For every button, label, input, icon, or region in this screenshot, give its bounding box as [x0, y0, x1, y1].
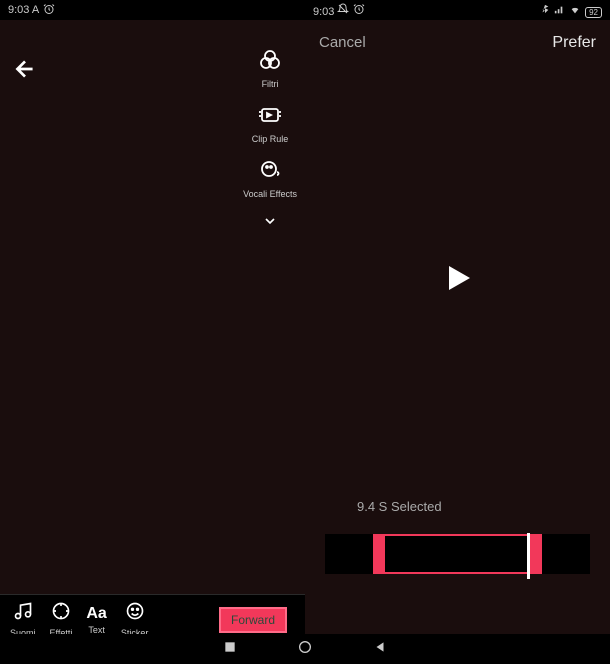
back-button[interactable] — [12, 56, 38, 87]
effects-icon — [51, 601, 71, 626]
selection-duration: 9.4 S Selected — [357, 499, 442, 514]
play-button[interactable] — [440, 260, 476, 301]
filters-button[interactable]: Filtri — [258, 48, 282, 89]
battery-icon: 92 — [585, 7, 602, 18]
text-label: Text — [88, 625, 105, 635]
sounds-button[interactable]: Suomi — [10, 601, 36, 638]
sticker-icon — [125, 601, 145, 626]
android-nav-bar — [0, 634, 610, 664]
side-tools: Filtri Clip Rule Vocali Effects — [243, 48, 297, 234]
prefer-button[interactable]: Prefer — [552, 34, 596, 52]
trim-handle-left[interactable] — [373, 536, 385, 572]
clip-label: Clip Rule — [252, 134, 289, 144]
dnd-icon — [337, 6, 352, 18]
signal-icon — [553, 6, 568, 18]
trim-timeline[interactable] — [325, 534, 590, 574]
text-icon: Aa — [86, 605, 106, 623]
music-icon — [13, 601, 33, 626]
sticker-button[interactable]: Sticker — [121, 601, 149, 638]
trim-screen: Cancel Prefer 9.4 S Selected — [305, 20, 610, 654]
nav-back-button[interactable] — [373, 640, 387, 659]
playhead[interactable] — [527, 533, 530, 579]
status-time: 9:03 — [313, 6, 334, 18]
filters-label: Filtri — [262, 79, 279, 89]
trim-selection[interactable] — [373, 534, 542, 574]
status-time: 9:03 A — [8, 4, 39, 16]
vocal-label: Vocali Effects — [243, 189, 297, 199]
bluetooth-icon — [540, 6, 553, 18]
chevron-down-icon — [262, 213, 278, 234]
nav-recent-button[interactable] — [223, 640, 237, 659]
expand-tools-button[interactable] — [262, 213, 278, 234]
text-button[interactable]: Aa Text — [86, 605, 106, 635]
cancel-button[interactable]: Cancel — [319, 34, 366, 52]
filters-icon — [258, 48, 282, 77]
alarm-icon — [43, 3, 55, 18]
trim-handle-right[interactable] — [530, 536, 542, 572]
clip-icon — [258, 103, 282, 132]
vocal-icon — [258, 158, 282, 187]
forward-button[interactable]: Forward — [219, 607, 287, 633]
alarm-icon — [353, 6, 365, 18]
nav-home-button[interactable] — [297, 639, 313, 660]
vocal-effects-button[interactable]: Vocali Effects — [243, 158, 297, 199]
wifi-icon — [568, 6, 585, 18]
status-bar-right: 9:03 92 — [305, 0, 610, 20]
effects-button[interactable]: Effetti — [50, 601, 73, 638]
clip-button[interactable]: Clip Rule — [252, 103, 289, 144]
editor-screen: Filtri Clip Rule Vocali Effects — [0, 20, 305, 654]
